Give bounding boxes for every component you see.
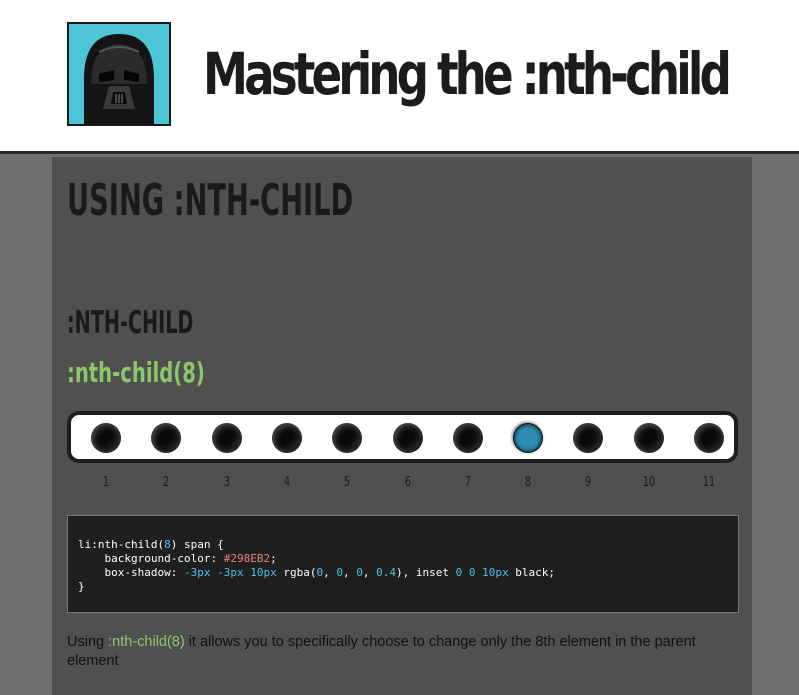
demo-dot-number: 6 [404, 475, 411, 490]
demo-dot-number: 4 [283, 475, 290, 490]
demo-dot-number: 1 [102, 475, 110, 490]
demo-dot-item [513, 423, 544, 453]
demo-dot-item [392, 423, 423, 453]
code-token: 0 [455, 566, 463, 579]
code-token: background-color: [78, 552, 224, 565]
demo-dot-number: 10 [642, 475, 655, 490]
demo-dot-number: 8 [524, 475, 532, 490]
code-token: li:nth-child( [78, 538, 165, 551]
demo-dot-number: 7 [464, 475, 471, 490]
demo-dot-item [332, 423, 363, 453]
demo-dot-item [694, 423, 724, 453]
code-token: 0 [468, 566, 476, 579]
demo-dot-item [573, 423, 604, 453]
code-token: 0 [356, 566, 363, 579]
description-highlight: :nth-child(8) [108, 634, 185, 650]
code-token: } [78, 580, 85, 593]
demo-dot-item [452, 423, 483, 453]
demo-dot-list [67, 411, 738, 463]
demo-dot-item [211, 423, 242, 453]
code-token: 10px [250, 566, 277, 579]
code-token: 0 [316, 566, 324, 579]
demo-dot-number: 3 [223, 475, 230, 490]
code-token: black; [508, 566, 555, 579]
demo-dot-number: 2 [163, 475, 170, 490]
code-token: box-shadow: [78, 566, 184, 579]
code-token: 0.4 [376, 566, 396, 579]
code-token: -3px [217, 566, 244, 579]
main-content: USING :NTH-CHILD :NTH-CHILD :nth-child(8… [52, 157, 752, 695]
site-header: Mastering the :nth-child [0, 0, 799, 154]
code-token: rgba( [276, 566, 317, 579]
code-block: li:nth-child(8) span { background-color:… [67, 515, 739, 613]
demo-dot-item [151, 423, 182, 453]
code-token: ; [270, 552, 277, 565]
demo-dot-number: 11 [702, 475, 716, 490]
code-token: 8 [164, 538, 171, 551]
page-heading: USING :NTH-CHILD [67, 175, 354, 226]
description-text: Using :nth-child(8) it allows you to spe… [67, 633, 737, 671]
code-token: ) span { [170, 538, 224, 551]
site-title: Mastering the :nth-child [203, 40, 732, 108]
demo-dot-item [633, 423, 664, 453]
description-before: Using [67, 634, 109, 650]
code-token: 10px [482, 566, 509, 579]
darth-vader-avatar-icon [67, 22, 171, 126]
code-token: -3px [183, 566, 211, 579]
selector-heading: :nth-child(8) [67, 356, 205, 389]
demo-dot-number: 9 [585, 475, 592, 490]
code-token: 0 [336, 566, 343, 579]
code-token: ), inset [395, 566, 456, 579]
section-heading: :NTH-CHILD [67, 305, 194, 341]
code-token: #298EB2 [223, 552, 271, 565]
demo-dot-number: 5 [344, 475, 351, 490]
demo-dot-item [91, 423, 121, 453]
demo-dot-item [271, 423, 302, 453]
